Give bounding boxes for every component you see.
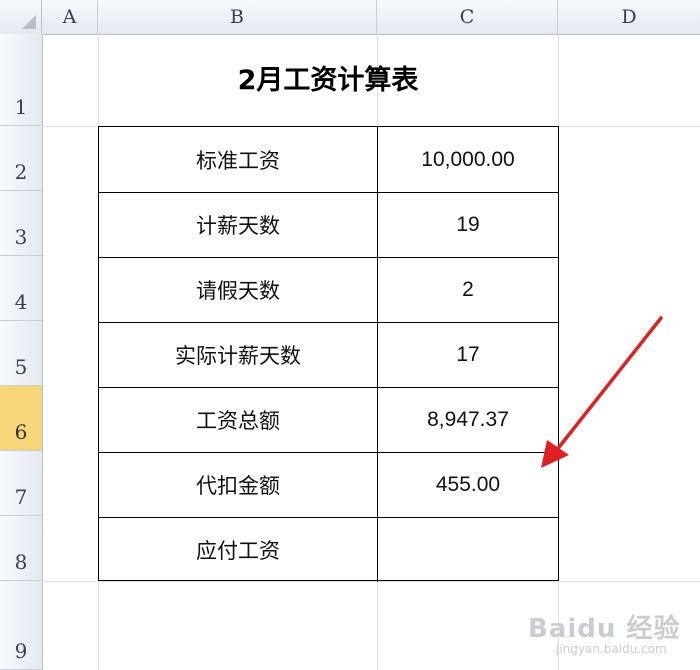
table-row: 代扣金额 455.00 (99, 452, 558, 517)
table-row: 实际计薪天数 17 (99, 322, 558, 387)
table-row: 请假天数 2 (99, 257, 558, 322)
row-header-7[interactable]: 7 (0, 451, 42, 516)
column-header-bar: A B C D (0, 0, 700, 35)
value-cell[interactable] (378, 517, 558, 582)
value-cell[interactable]: 19 (378, 192, 558, 257)
label-cell[interactable]: 计薪天数 (99, 192, 378, 257)
label-cell[interactable]: 实际计薪天数 (99, 322, 378, 387)
column-header-d[interactable]: D (558, 0, 700, 34)
row-header-column: 1 2 3 4 5 6 7 8 9 (0, 34, 43, 670)
select-all-button[interactable] (0, 0, 42, 34)
sheet-title[interactable]: 2月工资计算表 (98, 58, 558, 97)
row-header-1[interactable]: 1 (0, 34, 42, 126)
label-cell[interactable]: 标准工资 (99, 127, 378, 192)
table-row: 应付工资 (99, 517, 558, 582)
column-header-b[interactable]: B (98, 0, 377, 34)
value-cell[interactable]: 2 (378, 257, 558, 322)
row-header-6[interactable]: 6 (0, 386, 42, 451)
salary-table: 标准工资 10,000.00 计薪天数 19 请假天数 2 实际计薪天数 17 … (98, 126, 559, 582)
row-header-9[interactable]: 9 (0, 581, 42, 670)
label-cell[interactable]: 应付工资 (99, 517, 378, 582)
label-cell[interactable]: 工资总额 (99, 387, 378, 452)
value-cell[interactable]: 455.00 (378, 452, 558, 517)
row-header-4[interactable]: 4 (0, 256, 42, 321)
value-cell[interactable]: 10,000.00 (378, 127, 558, 192)
table-row: 计薪天数 19 (99, 192, 558, 257)
row-header-5[interactable]: 5 (0, 321, 42, 386)
label-cell[interactable]: 代扣金额 (99, 452, 378, 517)
label-cell[interactable]: 请假天数 (99, 257, 378, 322)
table-row: 标准工资 10,000.00 (99, 127, 558, 192)
baidu-watermark: Baidu 经验 jingyan.baidu.com (516, 606, 686, 662)
row-header-8[interactable]: 8 (0, 516, 42, 581)
row-header-3[interactable]: 3 (0, 191, 42, 256)
value-cell[interactable]: 17 (378, 322, 558, 387)
column-header-c[interactable]: C (377, 0, 558, 34)
watermark-brand: Baidu 经验 (528, 614, 681, 644)
watermark-url: jingyan.baidu.com (556, 642, 667, 656)
column-header-a[interactable]: A (42, 0, 98, 34)
table-row: 工资总额 8,947.37 (99, 387, 558, 452)
row-header-2[interactable]: 2 (0, 126, 42, 191)
value-cell[interactable]: 8,947.37 (378, 387, 558, 452)
